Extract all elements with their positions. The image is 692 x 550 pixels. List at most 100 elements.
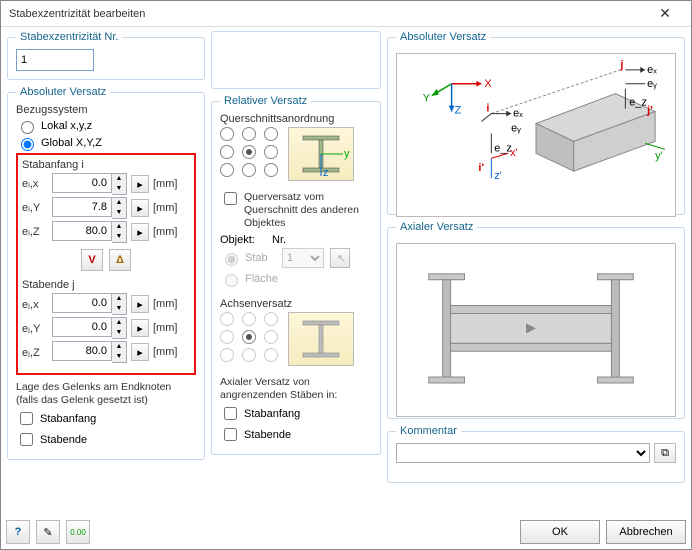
ejx-arrow-button[interactable]: ▸	[131, 295, 149, 313]
chk-stabende-abs[interactable]: Stabende	[16, 430, 196, 449]
axis-tr	[264, 312, 278, 326]
svg-text:j: j	[619, 59, 623, 71]
input-ejx[interactable]	[52, 293, 112, 313]
svg-text:y': y'	[655, 150, 663, 162]
radio-lokal-input[interactable]	[21, 121, 34, 134]
chk-stabanfang-abs-input[interactable]	[20, 412, 33, 425]
chk-stabende-abs-input[interactable]	[20, 433, 33, 446]
chk-stabanfang-abs[interactable]: Stabanfang	[16, 409, 196, 428]
chk-stabende-rel[interactable]: Stabende	[220, 425, 372, 444]
abs-group: Absoluter Versatz Bezugssystem Lokal x,y…	[7, 86, 205, 460]
svg-text:i: i	[486, 103, 489, 115]
rel-group: Relativer Versatz Querschnittsanordnung	[211, 95, 381, 455]
ejy-up[interactable]: ▲	[112, 318, 126, 328]
svg-text:Y: Y	[423, 93, 431, 105]
up-arrow-button[interactable]: Δ	[109, 249, 131, 271]
radio-stab-input	[225, 253, 238, 266]
unit-ejz: [mm]	[153, 346, 177, 358]
anchor-ml[interactable]	[220, 145, 234, 159]
stabende-label: Stabende j	[22, 279, 190, 291]
axis-br	[264, 348, 278, 362]
chk-querversatz-input[interactable]	[224, 192, 237, 205]
input-ejy[interactable]	[52, 317, 112, 337]
nr-group: Stabexzentrizität Nr.	[7, 31, 205, 80]
input-eix[interactable]	[52, 173, 112, 193]
lbl-ejx: eⱼ,x	[22, 298, 48, 311]
anchor-tl[interactable]	[220, 127, 234, 141]
lage-text2: (falls das Gelenk gesetzt ist)	[16, 394, 196, 407]
eix-down[interactable]: ▼	[112, 184, 126, 194]
svg-text:X: X	[484, 78, 492, 90]
eiy-down[interactable]: ▼	[112, 208, 126, 218]
unit-ejx: [mm]	[153, 298, 177, 310]
eiz-down[interactable]: ▼	[112, 232, 126, 242]
calc-button[interactable]: 0.00	[66, 520, 90, 544]
abs-diagram: X Y Z i eₓ eᵧ e_z	[396, 53, 676, 217]
radio-global-input[interactable]	[21, 138, 34, 151]
ejy-down[interactable]: ▼	[112, 328, 126, 338]
cancel-button[interactable]: Abbrechen	[606, 520, 686, 544]
chk-stabanfang-rel[interactable]: Stabanfang	[220, 404, 372, 423]
eiy-arrow-button[interactable]: ▸	[131, 199, 149, 217]
svg-text:y: y	[344, 148, 350, 160]
eiy-up[interactable]: ▲	[112, 198, 126, 208]
chk-querversatz[interactable]: Querversatz vom Querschnitt des anderen …	[220, 191, 372, 230]
radio-stab: Stab	[220, 250, 276, 266]
axis-bl	[220, 348, 234, 362]
lbl-ejy: eⱼ,Y	[22, 322, 48, 335]
bezug-label: Bezugssystem	[16, 104, 196, 116]
close-button[interactable]: ✕	[647, 4, 683, 23]
svg-text:j': j'	[646, 105, 653, 117]
anchor-br[interactable]	[264, 163, 278, 177]
help-button[interactable]: ?	[6, 520, 30, 544]
ejy-arrow-button[interactable]: ▸	[131, 319, 149, 337]
window-title: Stabexzentrizität bearbeiten	[9, 8, 647, 20]
svg-text:i': i'	[478, 162, 484, 174]
unit-eiz: [mm]	[153, 226, 177, 238]
radio-lokal[interactable]: Lokal x,y,z	[16, 118, 196, 134]
input-ejz[interactable]	[52, 341, 112, 361]
ax-text1: Axialer Versatz von	[220, 376, 372, 389]
eix-up[interactable]: ▲	[112, 174, 126, 184]
anchor-bc[interactable]	[242, 163, 256, 177]
anchor-bl[interactable]	[220, 163, 234, 177]
section-thumb: y z	[288, 127, 354, 181]
ejz-arrow-button[interactable]: ▸	[131, 343, 149, 361]
ejx-down[interactable]: ▼	[112, 304, 126, 314]
svg-text:eᵧ: eᵧ	[511, 122, 521, 134]
edit-button[interactable]: ✎	[36, 520, 60, 544]
svg-text:eₓ: eₓ	[647, 64, 657, 76]
lage-text1: Lage des Gelenks am Endknoten	[16, 381, 196, 394]
eiz-up[interactable]: ▲	[112, 222, 126, 232]
eix-arrow-button[interactable]: ▸	[131, 175, 149, 193]
down-arrow-button[interactable]: V	[81, 249, 103, 271]
radio-flaeche: Fläche	[220, 271, 278, 287]
chk-stabanfang-rel-input[interactable]	[224, 407, 237, 420]
title-bar: Stabexzentrizität bearbeiten ✕	[1, 1, 691, 27]
stabanfang-label: Stabanfang i	[22, 159, 190, 171]
kommentar-copy-button[interactable]: ⧉	[654, 443, 676, 463]
ejx-up[interactable]: ▲	[112, 294, 126, 304]
radio-global[interactable]: Global X,Y,Z	[16, 135, 196, 151]
eiz-arrow-button[interactable]: ▸	[131, 223, 149, 241]
ejz-up[interactable]: ▲	[112, 342, 126, 352]
lbl-eix: eᵢ,x	[22, 178, 48, 190]
kommentar-group: Kommentar ⧉	[387, 425, 685, 483]
ax-text2: angrenzenden Stäben in:	[220, 389, 372, 402]
blank-group	[211, 31, 381, 89]
ok-button[interactable]: OK	[520, 520, 600, 544]
anchor-mc[interactable]	[242, 145, 256, 159]
anchor-tr[interactable]	[264, 127, 278, 141]
nr-input[interactable]	[16, 49, 94, 71]
ax-diagram-legend: Axialer Versatz	[396, 221, 477, 233]
ejz-down[interactable]: ▼	[112, 352, 126, 362]
anchor-tc[interactable]	[242, 127, 256, 141]
anchor-mr[interactable]	[264, 145, 278, 159]
lbl-eiz: eᵢ,Z	[22, 226, 48, 238]
axis-mr	[264, 330, 278, 344]
input-eiz[interactable]	[52, 221, 112, 241]
input-eiy[interactable]	[52, 197, 112, 217]
chk-stabende-rel-input[interactable]	[224, 428, 237, 441]
kommentar-select[interactable]	[396, 443, 650, 463]
lbl-eiy: eᵢ,Y	[22, 202, 48, 214]
